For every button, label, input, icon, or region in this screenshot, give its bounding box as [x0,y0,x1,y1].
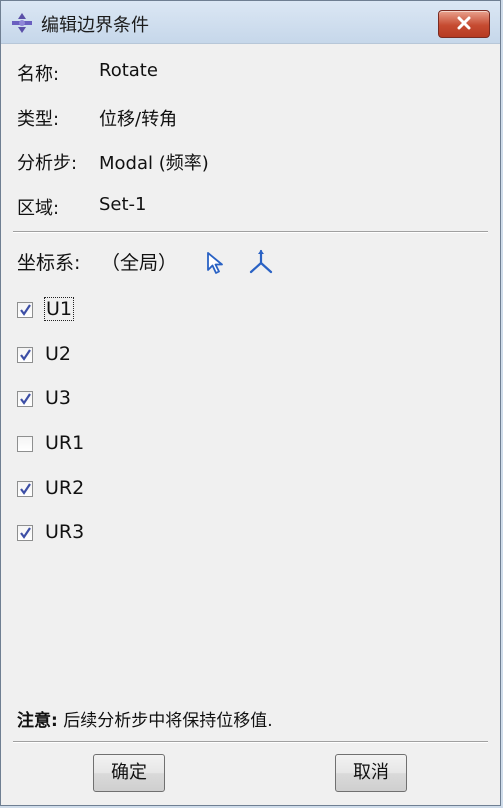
checkbox-u2[interactable] [17,347,33,363]
dof-ur3-label: UR3 [45,521,85,543]
checkbox-u1[interactable] [17,302,33,318]
edit-boundary-condition-dialog: 编辑边界条件 名称: Rotate 类型: 位移/转角 分析步: Modal (… [0,0,501,806]
checkbox-u3[interactable] [17,391,33,407]
dof-u3-label: U3 [45,387,71,409]
name-label: 名称: [17,64,60,85]
checkmark-icon [20,304,31,316]
step-row: 分析步: Modal (频率) [17,149,209,175]
dof-u1-label: U1 [44,297,74,321]
dof-ur2-label: UR2 [45,477,85,499]
step-value: Modal (频率) [99,153,209,174]
dof-u2-label: U2 [45,343,71,365]
title-bar[interactable]: 编辑边界条件 [1,1,500,44]
cancel-button[interactable]: 取消 [335,754,407,792]
checkbox-ur1[interactable] [17,436,33,452]
checkmark-icon [20,349,31,361]
note-prefix: 注意: [17,711,58,731]
region-value: Set-1 [99,194,147,215]
separator [13,231,488,233]
checkmark-icon [20,393,31,405]
checkbox-ur3[interactable] [17,525,33,541]
bottom-separator [13,741,488,743]
window-title: 编辑边界条件 [41,15,149,36]
checkmark-icon [20,527,31,539]
name-value: Rotate [99,60,158,81]
checkmark-icon [20,483,31,495]
app-logo-icon [11,12,33,34]
name-row: 名称: Rotate [17,60,158,86]
dialog-body: 名称: Rotate 类型: 位移/转角 分析步: Modal (频率) 区域:… [1,44,500,805]
csys-label: 坐标系: [17,252,81,274]
region-label: 区域: [17,198,60,219]
note-text: 注意: 后续分析步中将保持位移值. [17,706,273,731]
dof-ur1-label: UR1 [45,432,85,454]
type-value: 位移/转角 [99,109,178,130]
csys-value: （全局） [101,252,178,274]
create-csys-axis-icon[interactable] [247,248,275,280]
type-label: 类型: [17,109,60,130]
checkbox-ur2[interactable] [17,481,33,497]
region-row: 区域: Set-1 [17,194,147,220]
close-icon [457,16,471,30]
type-row: 类型: 位移/转角 [17,105,177,131]
close-button[interactable] [438,10,490,38]
select-csys-arrow-icon[interactable] [206,251,226,279]
step-label: 分析步: [17,153,78,174]
ok-button[interactable]: 确定 [93,754,165,792]
csys-row: 坐标系: （全局） [17,248,177,275]
note-body: 后续分析步中将保持位移值. [63,711,273,731]
